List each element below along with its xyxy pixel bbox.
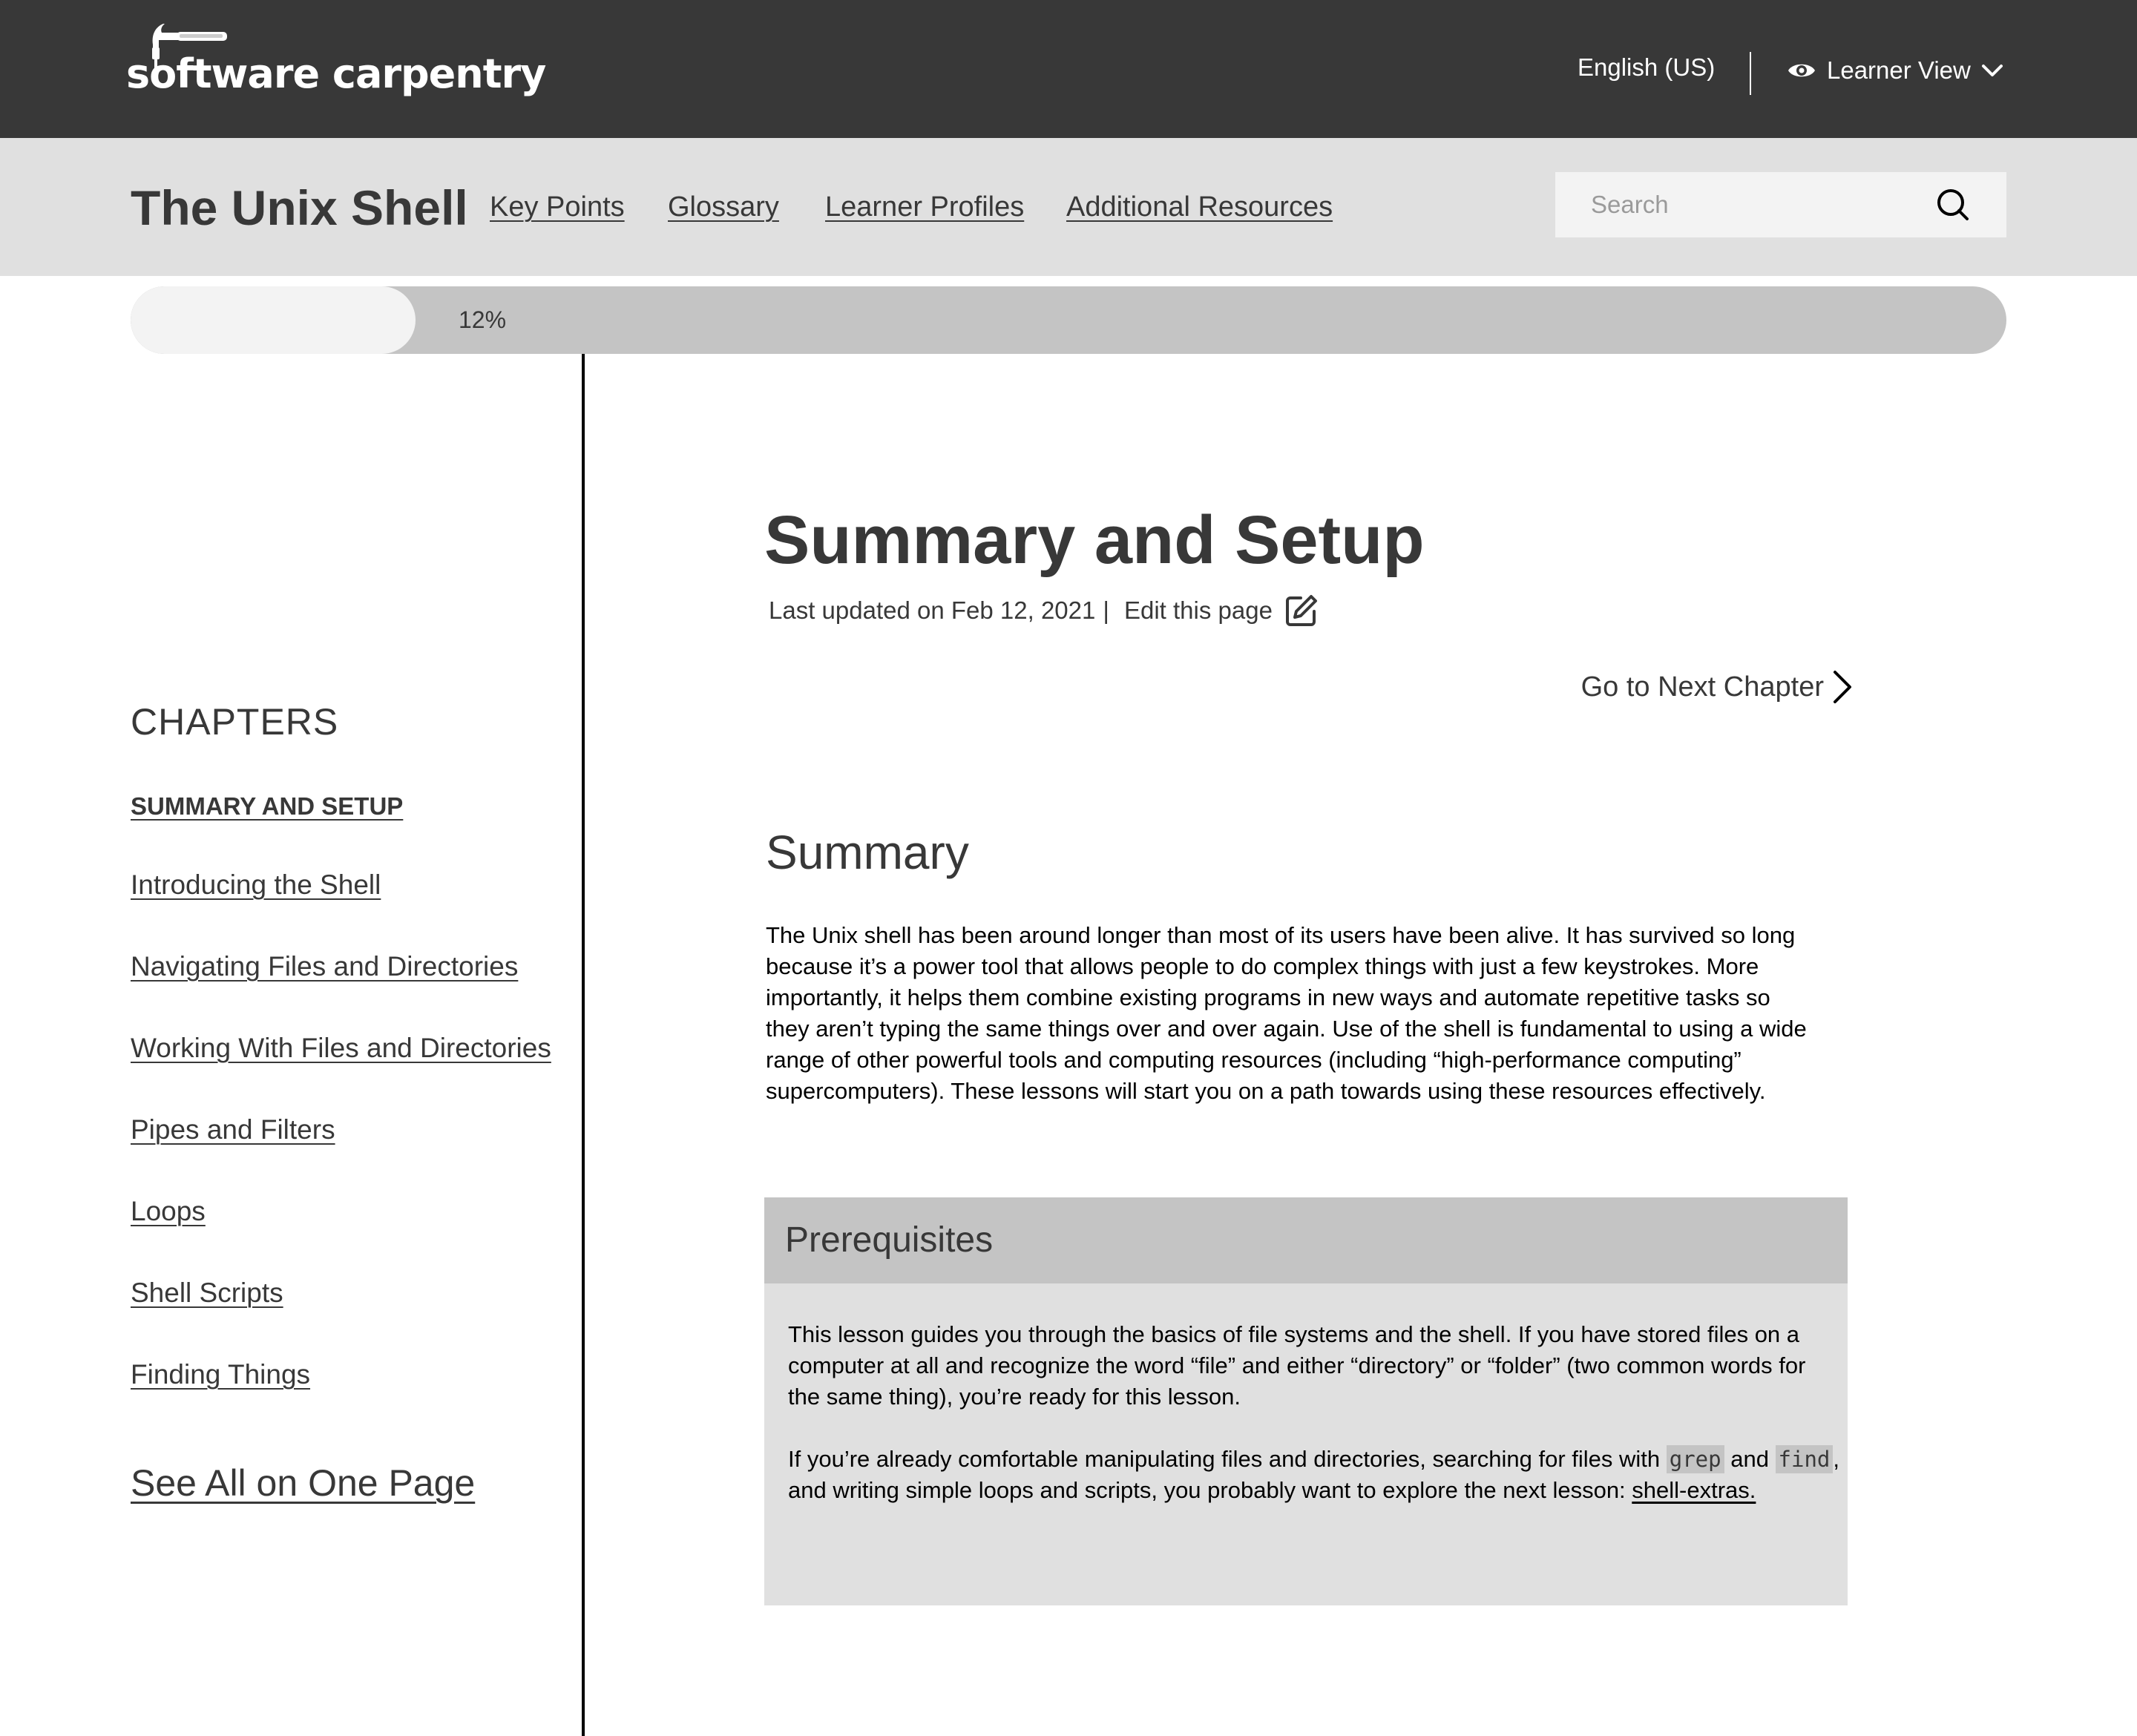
next-chapter-link[interactable]: Go to Next Chapter bbox=[1581, 669, 1854, 705]
chevron-right-icon bbox=[1834, 671, 1851, 703]
prerequisites-paragraph-2: If you’re already comfortable manipulati… bbox=[788, 1444, 1842, 1506]
language-selector[interactable]: English (US) bbox=[1578, 53, 1715, 82]
logo-text: software carpentry bbox=[126, 50, 546, 97]
chapter-link-navigating-files[interactable]: Navigating Files and Directories bbox=[131, 951, 518, 982]
search-input[interactable] bbox=[1555, 172, 1941, 237]
nav-link-learner-profiles[interactable]: Learner Profiles bbox=[825, 191, 1024, 223]
see-all-on-one-page-link[interactable]: See All on One Page bbox=[131, 1462, 475, 1505]
search-icon[interactable] bbox=[1935, 187, 1971, 223]
progress-fill bbox=[131, 286, 416, 354]
chapters-heading: CHAPTERS bbox=[131, 701, 339, 743]
nav-link-key-points[interactable]: Key Points bbox=[490, 191, 625, 223]
header-divider bbox=[1750, 52, 1751, 95]
search-box bbox=[1555, 172, 2006, 237]
text-fragment: If you’re already comfortable manipulati… bbox=[788, 1446, 1667, 1472]
nav-link-additional-resources[interactable]: Additional Resources bbox=[1066, 191, 1333, 223]
page-meta: Last updated on Feb 12, 2021 | Edit this… bbox=[769, 594, 1319, 628]
chapter-link-loops[interactable]: Loops bbox=[131, 1196, 206, 1227]
prerequisites-body: This lesson guides you through the basic… bbox=[788, 1319, 1842, 1506]
lesson-progress-bar: 12% bbox=[131, 286, 2006, 354]
text-fragment: and bbox=[1724, 1446, 1776, 1472]
code-grep: grep bbox=[1666, 1445, 1724, 1473]
meta-separator: | bbox=[1103, 596, 1109, 624]
edit-label: Edit this page bbox=[1123, 596, 1273, 624]
prerequisites-paragraph-1: This lesson guides you through the basic… bbox=[788, 1321, 1806, 1410]
summary-paragraph: The Unix shell has been around longer th… bbox=[766, 922, 1807, 1104]
eye-icon bbox=[1788, 64, 1815, 77]
chevron-down-icon bbox=[1981, 65, 2003, 76]
code-find: find bbox=[1775, 1445, 1834, 1473]
chapter-link-shell-scripts[interactable]: Shell Scripts bbox=[131, 1278, 283, 1309]
top-header: software carpentry English (US) Learner … bbox=[0, 0, 2137, 138]
prerequisites-header: Prerequisites bbox=[764, 1197, 1848, 1283]
progress-label: 12% bbox=[459, 306, 507, 333]
view-mode-dropdown[interactable]: Learner View bbox=[1787, 52, 2003, 89]
chapter-link-working-with-files[interactable]: Working With Files and Directories bbox=[131, 1033, 551, 1064]
chapter-link-introducing-the-shell[interactable]: Introducing the Shell bbox=[131, 869, 381, 901]
nav-link-glossary[interactable]: Glossary bbox=[668, 191, 779, 223]
edit-this-page-link[interactable]: Edit this page bbox=[1124, 594, 1319, 628]
prerequisites-callout: Prerequisites This lesson guides you thr… bbox=[764, 1197, 1848, 1605]
view-mode-label: Learner View bbox=[1827, 56, 1971, 84]
lesson-navbar: The Unix Shell Key Points Glossary Learn… bbox=[0, 138, 2137, 276]
last-updated: Last updated on Feb 12, 2021 bbox=[769, 596, 1096, 624]
lesson-title[interactable]: The Unix Shell bbox=[131, 180, 468, 236]
shell-extras-link[interactable]: shell-extras. bbox=[1632, 1477, 1756, 1503]
chapter-link-pipes-and-filters[interactable]: Pipes and Filters bbox=[131, 1114, 335, 1145]
summary-heading: Summary bbox=[766, 826, 969, 879]
next-chapter-label: Go to Next Chapter bbox=[1580, 671, 1824, 703]
page-title: Summary and Setup bbox=[764, 502, 1425, 578]
chapter-link-summary-and-setup[interactable]: SUMMARY AND SETUP bbox=[131, 792, 403, 821]
sidebar-divider bbox=[582, 354, 585, 1736]
chapter-link-finding-things[interactable]: Finding Things bbox=[131, 1359, 310, 1390]
edit-icon bbox=[1285, 595, 1317, 626]
prerequisites-heading: Prerequisites bbox=[785, 1220, 994, 1260]
software-carpentry-logo[interactable]: software carpentry bbox=[126, 22, 546, 104]
